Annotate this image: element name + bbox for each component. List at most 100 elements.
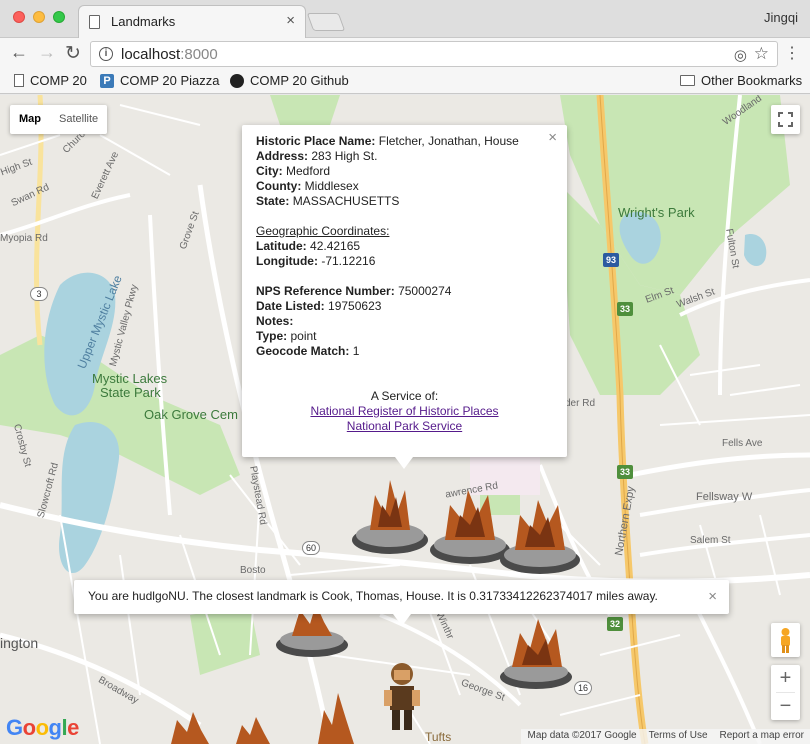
reload-icon[interactable]: ↻ [65, 42, 81, 65]
map-label-der-rd: der Rd [565, 398, 596, 409]
nps-link[interactable]: National Park Service [347, 419, 462, 433]
coords-heading: Geographic Coordinates: [256, 224, 390, 238]
report-error-link[interactable]: Report a map error [720, 730, 804, 743]
tab-close-icon[interactable]: × [286, 12, 295, 29]
profile-name[interactable]: Jingqi [764, 10, 798, 25]
browser-toolbar: ← → ↻ i localhost:8000 ◎ ☆ ⋮ [0, 38, 810, 70]
close-icon[interactable]: × [708, 588, 717, 605]
google-map[interactable]: Wright's Park Mystic Lakes State Park Up… [0, 95, 810, 744]
info-row-state: State: MASSACHUSETTS [256, 194, 400, 208]
route-shield: 93 [603, 253, 619, 267]
info-row-type: Type: point [256, 329, 317, 343]
google-logo: Google [6, 715, 79, 740]
info-row-county: County: Middlesex [256, 179, 359, 193]
info-window-pointer [393, 614, 411, 626]
map-type-satellite-button[interactable]: Satellite [50, 105, 107, 134]
landmark-info-window: × Historic Place Name: Fletcher, Jonatha… [242, 125, 567, 457]
address-bar[interactable]: i localhost:8000 ◎ ☆ [90, 41, 778, 67]
close-window-button[interactable] [13, 11, 25, 23]
location-target-icon[interactable]: ◎ [734, 46, 747, 64]
map-label-myopia: Myopia Rd [0, 233, 48, 244]
landmark-marker [500, 500, 580, 574]
bookmark-comp20-github[interactable]: COMP 20 Github [230, 73, 349, 88]
other-bookmarks[interactable]: Other Bookmarks [680, 73, 802, 88]
bookmark-label: COMP 20 [30, 73, 87, 88]
bookmark-label: Other Bookmarks [701, 73, 803, 88]
info-row-city: City: Medford [256, 164, 331, 178]
page-icon [14, 74, 24, 87]
map-label-tufts: Tufts [425, 730, 452, 744]
minimize-window-button[interactable] [33, 11, 45, 23]
route-shield: 16 [574, 681, 592, 695]
route-shield: 33 [617, 302, 633, 316]
landmark-markers-cluster[interactable] [350, 475, 590, 585]
piazza-icon: P [100, 73, 114, 88]
landmark-marker[interactable] [165, 710, 215, 744]
bookmark-comp20-piazza[interactable]: P COMP 20 Piazza [100, 73, 219, 88]
nrhp-link[interactable]: National Register of Historic Places [310, 404, 498, 418]
map-data-text: Map data ©2017 Google [527, 730, 637, 741]
fullscreen-button[interactable] [771, 105, 800, 134]
github-icon [230, 73, 244, 88]
map-label-wrights-park: Wright's Park [618, 205, 695, 220]
back-arrow-icon[interactable]: ← [10, 42, 28, 63]
bookmark-star-icon[interactable]: ☆ [754, 44, 769, 64]
map-label-oak-grove: Oak Grove Cem [144, 407, 238, 422]
menu-dots-icon[interactable]: ⋮ [784, 43, 800, 63]
map-label-mystic-lakes: Mystic Lakes [92, 371, 168, 386]
info-row-nps: NPS Reference Number: 75000274 [256, 284, 452, 298]
map-label-state-park: State Park [100, 385, 161, 400]
user-info-window: You are hudlgoNU. The closest landmark i… [74, 580, 729, 614]
route-shield: 32 [607, 617, 623, 631]
url-text[interactable]: localhost:8000 [121, 46, 218, 63]
maximize-window-button[interactable] [53, 11, 65, 23]
route-shield: 33 [617, 465, 633, 479]
info-row-name: Historic Place Name: Fletcher, Jonathan,… [256, 134, 519, 148]
bookmark-comp20[interactable]: COMP 20 [14, 73, 87, 88]
forward-arrow-icon[interactable]: → [38, 42, 56, 63]
map-label-salem: Salem St [690, 535, 731, 546]
landmark-marker[interactable] [232, 717, 272, 744]
map-label-ington: ington [0, 635, 39, 651]
map-type-control: Map Satellite [10, 105, 108, 134]
new-tab-button[interactable] [306, 13, 346, 31]
route-shield: 3 [30, 287, 48, 301]
zoom-out-button[interactable]: − [771, 693, 800, 720]
info-row-notes: Notes: [256, 314, 294, 328]
info-row-address: Address: 283 High St. [256, 149, 378, 163]
map-label-fellsway: Fellsway W [696, 491, 753, 503]
zoom-in-button[interactable]: + [771, 665, 800, 692]
info-row-geocode: Geocode Match: 1 [256, 344, 360, 358]
zoom-control: + − [771, 665, 800, 720]
user-location-marker[interactable] [378, 660, 426, 732]
landmark-marker [430, 490, 510, 564]
info-row-date: Date Listed: 19750623 [256, 299, 382, 313]
info-window-pointer [395, 457, 413, 469]
map-label-boston-ave: Bosto [240, 565, 266, 576]
pegman-icon [781, 628, 790, 653]
landmark-marker[interactable] [310, 685, 360, 744]
map-type-map-button[interactable]: Map [10, 105, 50, 134]
terms-of-use-link[interactable]: Terms of Use [649, 730, 708, 743]
service-of-text: A Service of: [370, 389, 439, 403]
close-icon[interactable]: × [548, 130, 557, 145]
street-view-pegman[interactable] [771, 623, 800, 657]
folder-icon [680, 75, 695, 86]
bookmark-label: COMP 20 Github [250, 73, 349, 88]
map-attribution: Map data ©2017 Google Terms of Use Repor… [521, 729, 810, 744]
page-icon [89, 15, 100, 29]
info-row-longitude: Longitude: -71.12216 [256, 254, 376, 268]
landmark-marker [352, 480, 428, 554]
browser-tab[interactable]: Landmarks × [78, 5, 306, 38]
info-icon[interactable]: i [99, 47, 113, 61]
fullscreen-icon [778, 112, 793, 127]
bookmarks-bar: COMP 20 P COMP 20 Piazza COMP 20 Github … [0, 70, 810, 94]
route-shield: 60 [302, 541, 320, 555]
tab-bar: Landmarks × Jingqi [0, 0, 810, 38]
closest-landmark-message: You are hudlgoNU. The closest landmark i… [88, 589, 658, 603]
bookmark-label: COMP 20 Piazza [120, 73, 220, 88]
map-label-fells-ave: Fells Ave [722, 438, 763, 449]
info-row-latitude: Latitude: 42.42165 [256, 239, 361, 253]
landmark-marker[interactable] [496, 615, 576, 690]
tab-title: Landmarks [111, 14, 176, 29]
